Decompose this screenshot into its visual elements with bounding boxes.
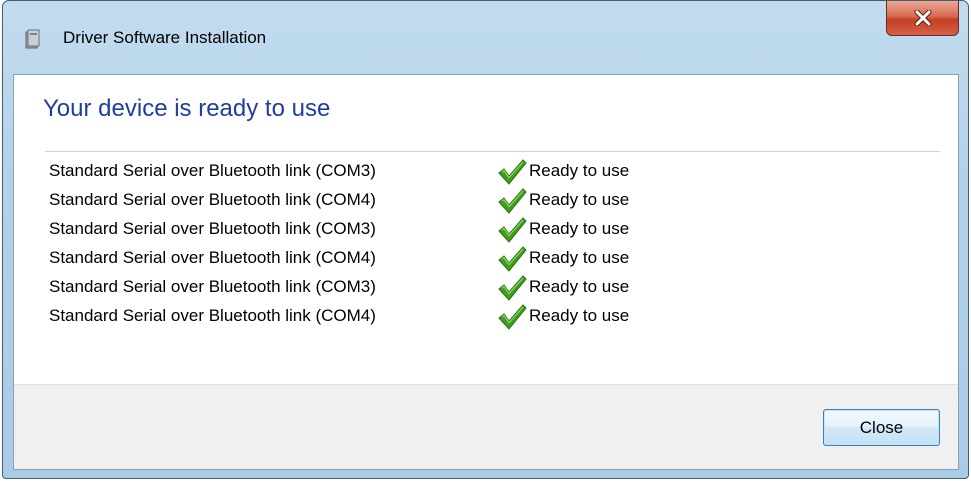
status-text: Ready to use	[529, 277, 630, 296]
title-bar[interactable]: Driver Software Installation	[3, 1, 968, 75]
status-text: Ready to use	[529, 306, 630, 325]
status-text: Ready to use	[529, 248, 630, 267]
dialog-content: Your device is ready to use Standard Ser…	[13, 74, 959, 470]
check-icon	[496, 245, 528, 273]
status-text: Ready to use	[529, 219, 630, 238]
driver-install-icon	[25, 29, 43, 49]
page-title: Your device is ready to use	[43, 95, 331, 122]
device-name: Standard Serial over Bluetooth link (COM…	[49, 277, 376, 296]
device-name: Standard Serial over Bluetooth link (COM…	[49, 219, 376, 238]
dialog-window: Driver Software Installation Your device…	[2, 0, 969, 479]
check-icon	[496, 216, 528, 244]
device-name: Standard Serial over Bluetooth link (COM…	[49, 248, 376, 267]
check-icon	[496, 187, 528, 215]
device-name: Standard Serial over Bluetooth link (COM…	[49, 306, 376, 325]
check-icon	[496, 158, 528, 186]
status-text: Ready to use	[529, 161, 630, 180]
device-name: Standard Serial over Bluetooth link (COM…	[49, 161, 376, 180]
divider	[45, 151, 940, 152]
button-bar: Close	[14, 384, 958, 469]
status-text: Ready to use	[529, 190, 630, 209]
title-close-button[interactable]	[886, 1, 959, 36]
close-x-icon	[914, 10, 932, 26]
device-name: Standard Serial over Bluetooth link (COM…	[49, 190, 376, 209]
check-icon	[496, 274, 528, 302]
check-icon	[496, 303, 528, 331]
close-button[interactable]: Close	[823, 409, 940, 446]
window-title: Driver Software Installation	[63, 28, 267, 47]
